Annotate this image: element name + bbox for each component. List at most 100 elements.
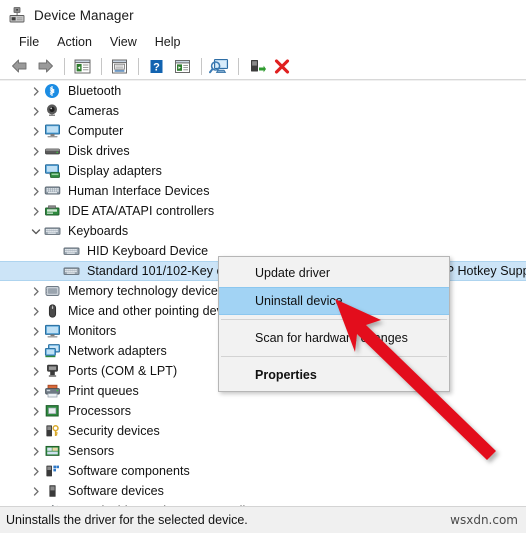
tree-row-label: Monitors	[68, 324, 117, 338]
device-manager-icon	[8, 6, 26, 24]
camera-icon	[44, 103, 62, 119]
help-icon[interactable]: ?	[144, 55, 168, 77]
tree-row-label: Cameras	[68, 104, 120, 118]
chevron-right-icon[interactable]	[28, 421, 44, 441]
chevron-right-icon[interactable]	[28, 481, 44, 501]
context-menu-separator	[221, 356, 447, 357]
menu-file[interactable]: File	[10, 33, 48, 51]
chevron-right-icon[interactable]	[28, 341, 44, 361]
tree-row-label: Human Interface Devices	[68, 184, 210, 198]
display-adapter-icon	[44, 163, 62, 179]
toolbar-separator	[138, 57, 139, 75]
chevron-right-icon[interactable]	[28, 101, 44, 121]
update-driver-icon[interactable]	[170, 55, 194, 77]
tree-row-human-interface-devices[interactable]: Human Interface Devices	[0, 181, 526, 201]
show-hide-console-tree-icon[interactable]	[70, 55, 94, 77]
tree-row-label: Processors	[68, 404, 132, 418]
tree-row-processors[interactable]: Processors	[0, 401, 526, 421]
tree-row-disk-drives[interactable]: Disk drives	[0, 141, 526, 161]
menu-help[interactable]: Help	[146, 33, 190, 51]
chevron-right-icon[interactable]	[28, 81, 44, 101]
ctx-uninstall-device[interactable]: Uninstall device	[219, 287, 449, 315]
toolbar: ?	[0, 53, 526, 80]
mouse-icon	[44, 303, 62, 319]
chevron-right-icon[interactable]	[28, 401, 44, 421]
status-bar-text: Uninstalls the driver for the selected d…	[6, 513, 248, 527]
tree-row-label: Print queues	[68, 384, 139, 398]
chevron-right-icon[interactable]	[28, 461, 44, 481]
back-icon[interactable]	[7, 55, 31, 77]
tree-row-software-components[interactable]: Software components	[0, 461, 526, 481]
tree-row-bluetooth[interactable]: Bluetooth	[0, 81, 526, 101]
tree-row-label: HID Keyboard Device	[87, 244, 209, 258]
keyboard-icon	[63, 263, 81, 279]
tree-row-label: Disk drives	[68, 144, 130, 158]
chevron-right-icon[interactable]	[28, 201, 44, 221]
monitor-icon	[44, 323, 62, 339]
properties-icon[interactable]	[107, 55, 131, 77]
chevron-right-icon[interactable]	[28, 381, 44, 401]
tree-row-keyboards[interactable]: Keyboards	[0, 221, 526, 241]
chevron-right-icon[interactable]	[28, 361, 44, 381]
status-bar: Uninstalls the driver for the selected d…	[0, 506, 526, 533]
tree-row-label: Software components	[68, 464, 190, 478]
memory-technology-icon	[44, 283, 62, 299]
security-device-icon	[44, 423, 62, 439]
toolbar-separator	[201, 57, 202, 75]
chevron-right-icon[interactable]	[28, 141, 44, 161]
hid-icon	[44, 183, 62, 199]
window-title: Device Manager	[34, 7, 134, 23]
keyboard-icon	[63, 243, 81, 259]
menu-bar: File Action View Help	[0, 30, 526, 53]
tree-row-cameras[interactable]: Cameras	[0, 101, 526, 121]
toolbar-separator	[64, 57, 65, 75]
tree-row-sensors[interactable]: Sensors	[0, 441, 526, 461]
disk-drive-icon	[44, 143, 62, 159]
software-component-icon	[44, 463, 62, 479]
tree-row-label: Software devices	[68, 484, 164, 498]
context-menu-separator	[221, 319, 447, 320]
tree-row-label: Ports (COM & LPT)	[68, 364, 178, 378]
tree-row-label: Sensors	[68, 444, 115, 458]
chevron-right-icon[interactable]	[28, 181, 44, 201]
uninstall-device-icon[interactable]	[270, 55, 294, 77]
tree-row-label: Security devices	[68, 424, 160, 438]
chevron-right-icon[interactable]	[28, 161, 44, 181]
tree-row-label: Bluetooth	[68, 84, 122, 98]
scan-for-hardware-changes-icon[interactable]	[207, 55, 231, 77]
enable-device-icon[interactable]	[244, 55, 268, 77]
chevron-right-icon[interactable]	[28, 121, 44, 141]
context-menu[interactable]: Update driver Uninstall device Scan for …	[218, 256, 450, 392]
chevron-right-icon[interactable]	[28, 301, 44, 321]
tree-row-label: Keyboards	[68, 224, 129, 238]
forward-icon[interactable]	[33, 55, 57, 77]
svg-text:?: ?	[153, 61, 160, 73]
chevron-right-icon[interactable]	[28, 281, 44, 301]
tree-row-label: Computer	[68, 124, 124, 138]
network-adapter-icon	[44, 343, 62, 359]
chevron-right-icon[interactable]	[28, 321, 44, 341]
tree-row-display-adapters[interactable]: Display adapters	[0, 161, 526, 181]
ctx-scan-hardware[interactable]: Scan for hardware changes	[219, 324, 449, 352]
ctx-properties[interactable]: Properties	[219, 361, 449, 389]
port-icon	[44, 363, 62, 379]
ide-controller-icon	[44, 203, 62, 219]
menu-view[interactable]: View	[101, 33, 146, 51]
chevron-right-icon[interactable]	[28, 441, 44, 461]
ctx-update-driver[interactable]: Update driver	[219, 259, 449, 287]
tree-row-label: Network adapters	[68, 344, 167, 358]
tree-row-label: IDE ATA/ATAPI controllers	[68, 204, 215, 218]
processor-icon	[44, 403, 62, 419]
sensor-icon	[44, 443, 62, 459]
tree-row-security-devices[interactable]: Security devices	[0, 421, 526, 441]
printer-icon	[44, 383, 62, 399]
toolbar-separator	[238, 57, 239, 75]
tree-row-computer[interactable]: Computer	[0, 121, 526, 141]
chevron-down-icon[interactable]	[28, 221, 44, 241]
keyboard-icon	[44, 223, 62, 239]
title-bar: Device Manager	[0, 0, 526, 30]
tree-row-label: Memory technology devices	[68, 284, 225, 298]
menu-action[interactable]: Action	[48, 33, 101, 51]
tree-row-ide-controllers[interactable]: IDE ATA/ATAPI controllers	[0, 201, 526, 221]
tree-row-software-devices[interactable]: Software devices	[0, 481, 526, 501]
